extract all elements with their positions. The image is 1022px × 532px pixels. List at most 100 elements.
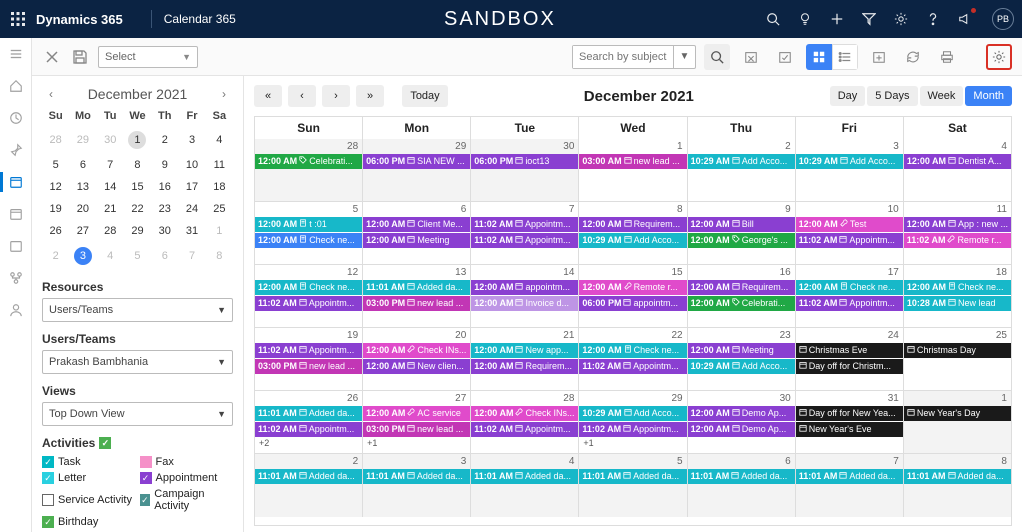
save-icon[interactable]	[70, 47, 90, 67]
event[interactable]: 12:00 AMCheck ne...	[904, 280, 1011, 295]
mini-day[interactable]: 5	[124, 242, 151, 270]
mini-day[interactable]: 11	[206, 154, 233, 176]
home-icon[interactable]	[8, 78, 24, 94]
mini-day[interactable]: 27	[69, 220, 96, 242]
select-dropdown[interactable]: Select▼	[98, 46, 198, 68]
mini-day[interactable]: 13	[69, 176, 96, 198]
event[interactable]: 10:29 AMAdd Acco...	[579, 406, 686, 421]
event[interactable]: 12:00 AMCheck ne...	[255, 280, 362, 295]
mini-day[interactable]: 24	[178, 198, 205, 220]
event[interactable]: 12:00 AMCelebrati...	[255, 154, 362, 169]
day-cell[interactable]: 2112:00 AMNew app...12:00 AMRequirem...	[471, 328, 579, 390]
event[interactable]: 12:00 AMAC service	[363, 406, 470, 421]
mini-day[interactable]: 3	[178, 126, 205, 154]
day-cell[interactable]: 210:29 AMAdd Acco...	[688, 139, 796, 201]
mini-day[interactable]: 1	[124, 126, 151, 154]
close-icon[interactable]	[42, 47, 62, 67]
day-cell[interactable]: 31Day off for New Yea...New Year's Eve	[796, 391, 904, 453]
event[interactable]: 11:01 AMAdded da...	[363, 280, 470, 295]
calendar-check-icon[interactable]	[772, 44, 798, 70]
day-cell[interactable]: 1911:02 AMAppointm...03:00 PMnew lead ..…	[255, 328, 363, 390]
event[interactable]: 12:00 AMCheck ne...	[579, 343, 686, 358]
event[interactable]: 12:00 AMappointm...	[471, 280, 578, 295]
event[interactable]: 11:02 AMAppointm...	[471, 422, 578, 437]
day-cell[interactable]: 711:02 AMAppointm...11:02 AMAppointm...	[471, 202, 579, 264]
event[interactable]: 12:00 AMTest	[796, 217, 903, 232]
event[interactable]: 11:01 AMAdded da...	[579, 469, 686, 484]
event[interactable]: 12:00 AMCheck ne...	[255, 233, 362, 248]
lightbulb-icon[interactable]	[796, 10, 814, 28]
event[interactable]: 12:00 AMDemo Ap...	[688, 406, 795, 421]
day-cell[interactable]: 2012:00 AMCheck INs...12:00 AMNew clien.…	[363, 328, 471, 390]
mini-day[interactable]: 30	[151, 220, 178, 242]
event[interactable]: 12:00 AMNew clien...	[363, 359, 470, 374]
event[interactable]: 10:29 AMAdd Acco...	[579, 233, 686, 248]
mini-day[interactable]: 6	[69, 154, 96, 176]
calendar-nav-icon[interactable]	[8, 174, 24, 190]
gear-icon[interactable]	[892, 10, 910, 28]
user-avatar[interactable]: PB	[992, 8, 1014, 30]
day-cell[interactable]: 412:00 AMDentist A...	[904, 139, 1011, 201]
day-cell[interactable]: 2910:29 AMAdd Acco...11:02 AMAppointm...…	[579, 391, 687, 453]
megaphone-icon[interactable]	[956, 10, 974, 28]
mini-day[interactable]: 3	[69, 242, 96, 270]
event[interactable]: 12:00 AMRequirem...	[471, 359, 578, 374]
day-cell[interactable]: 1New Year's Day	[904, 391, 1011, 453]
activity-item[interactable]: Fax	[140, 456, 234, 468]
event[interactable]: 06:00 PMappointm...	[579, 296, 686, 311]
view-tab-5days[interactable]: 5 Days	[867, 86, 917, 106]
mini-day[interactable]: 4	[206, 126, 233, 154]
mini-day[interactable]: 28	[97, 220, 124, 242]
day-cell[interactable]: 1012:00 AMTest11:02 AMAppointm...	[796, 202, 904, 264]
event[interactable]: 06:00 PMSIA NEW ...	[363, 154, 470, 169]
day-cell[interactable]: 811:01 AMAdded da...	[904, 454, 1011, 517]
event[interactable]: Day off for Christm...	[796, 359, 903, 374]
brand-name[interactable]: Dynamics 365	[36, 12, 123, 27]
mini-day[interactable]: 7	[178, 242, 205, 270]
app-launcher-icon[interactable]	[8, 9, 28, 29]
day-cell[interactable]: 1512:00 AMRemote r...06:00 PMappointm...	[579, 265, 687, 327]
day-cell[interactable]: 711:01 AMAdded da...	[796, 454, 904, 517]
event[interactable]: 10:28 AMNew lead	[904, 296, 1011, 311]
calendar-nav2-icon[interactable]	[8, 206, 24, 222]
more-events[interactable]: +1	[363, 438, 470, 448]
event[interactable]: 12:00 AMt :01	[255, 217, 362, 232]
day-cell[interactable]: 812:00 AMRequirem...10:29 AMAdd Acco...	[579, 202, 687, 264]
event[interactable]: 11:02 AMAppointm...	[255, 296, 362, 311]
day-cell[interactable]: 411:01 AMAdded da...	[471, 454, 579, 517]
event[interactable]: 11:02 AMAppointm...	[796, 233, 903, 248]
event[interactable]: 12:00 AMInvoice d...	[471, 296, 578, 311]
event[interactable]: 11:01 AMAdded da...	[255, 406, 362, 421]
mini-day[interactable]: 29	[124, 220, 151, 242]
day-cell[interactable]: 1612:00 AMRequirem...12:00 AMCelebrati..…	[688, 265, 796, 327]
event[interactable]: 11:02 AMAppointm...	[579, 422, 686, 437]
activity-item[interactable]: ✓Task	[42, 456, 136, 468]
day-cell[interactable]: 103:00 AMnew lead ...	[579, 139, 687, 201]
mini-day[interactable]: 7	[97, 154, 124, 176]
event[interactable]: 11:02 AMAppointm...	[471, 233, 578, 248]
event[interactable]: Day off for New Yea...	[796, 406, 903, 421]
day-cell[interactable]: 512:00 AMt :0112:00 AMCheck ne...	[255, 202, 363, 264]
list-view-button[interactable]	[832, 44, 858, 70]
calendar-nav3-icon[interactable]	[8, 238, 24, 254]
mini-day[interactable]: 10	[178, 154, 205, 176]
refresh-icon[interactable]	[900, 44, 926, 70]
activity-item[interactable]: ✓Campaign Activity	[140, 488, 234, 512]
mini-day[interactable]: 8	[206, 242, 233, 270]
view-tab-month[interactable]: Month	[965, 86, 1012, 106]
day-cell[interactable]: 1412:00 AMappointm...12:00 AMInvoice d..…	[471, 265, 579, 327]
event[interactable]: 11:01 AMAdded da...	[471, 469, 578, 484]
mini-day[interactable]: 14	[97, 176, 124, 198]
event[interactable]: 11:02 AMAppointm...	[796, 296, 903, 311]
event[interactable]: 12:00 AMCheck ne...	[796, 280, 903, 295]
day-cell[interactable]: 1712:00 AMCheck ne...11:02 AMAppointm...	[796, 265, 904, 327]
day-cell[interactable]: 2812:00 AMCelebrati...	[255, 139, 363, 201]
mini-day[interactable]: 12	[42, 176, 69, 198]
mini-day[interactable]: 26	[42, 220, 69, 242]
event[interactable]: 12:00 AMGeorge's ...	[688, 233, 795, 248]
event[interactable]: 11:02 AMAppointm...	[471, 217, 578, 232]
mini-day[interactable]: 22	[124, 198, 151, 220]
activity-item[interactable]: ✓Appointment	[140, 472, 234, 484]
day-cell[interactable]: 2611:01 AMAdded da...11:02 AMAppointm...…	[255, 391, 363, 453]
mini-day[interactable]: 16	[151, 176, 178, 198]
